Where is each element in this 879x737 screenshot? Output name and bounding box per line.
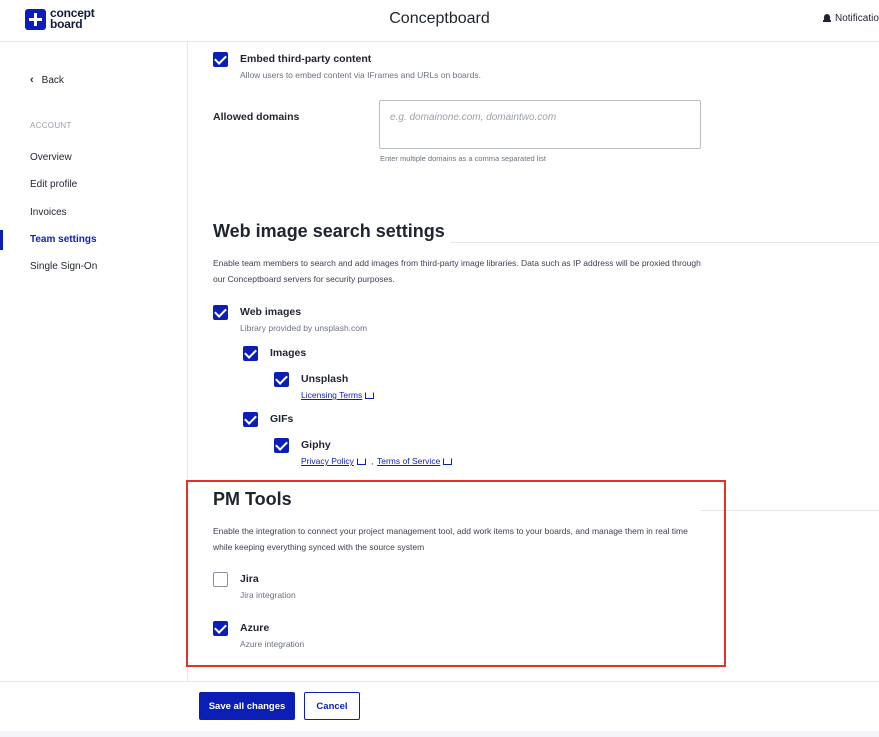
images-label: Images (270, 347, 307, 359)
external-link-icon (356, 458, 366, 465)
bell-icon (823, 14, 831, 23)
sidebar-item-edit-profile[interactable]: Edit profile (30, 179, 77, 190)
save-all-changes-button[interactable]: Save all changes (199, 692, 295, 720)
embed-third-party-label: Embed third-party content (240, 53, 372, 65)
embed-third-party-sub: Allow users to embed content via IFrames… (240, 70, 481, 80)
sidebar-item-team-settings[interactable]: Team settings (30, 234, 97, 245)
licensing-terms-link[interactable]: Licensing Terms (301, 390, 375, 400)
web-image-search-description: Enable team members to search and add im… (213, 258, 701, 284)
allowed-domains-placeholder: e.g. domainone.com, domaintwo.com (390, 112, 557, 123)
external-link-icon (365, 392, 375, 399)
web-images-label: Web images (240, 306, 302, 318)
sidebar-item-single-sign-on[interactable]: Single Sign-On (30, 261, 97, 272)
unsplash-label: Unsplash (301, 373, 349, 385)
embed-third-party-checkbox[interactable] (213, 52, 228, 67)
allowed-domains-input[interactable]: e.g. domainone.com, domaintwo.com (379, 100, 701, 149)
gifs-checkbox[interactable] (243, 412, 258, 427)
app-title: Conceptboard (389, 10, 490, 27)
sidebar (0, 42, 188, 681)
footer-bar (0, 681, 879, 737)
web-images-checkbox[interactable] (213, 305, 228, 320)
allowed-domains-label: Allowed domains (213, 111, 300, 123)
giphy-checkbox[interactable] (274, 438, 289, 453)
giphy-label: Giphy (301, 439, 331, 451)
bottom-strip (0, 731, 879, 737)
chevron-left-icon: ‹ (30, 74, 34, 86)
gifs-label: GIFs (270, 413, 294, 425)
back-label: Back (41, 74, 64, 86)
notifications-label: Notifications (835, 13, 879, 24)
external-link-icon (443, 458, 453, 465)
privacy-policy-link[interactable]: Privacy Policy (301, 456, 366, 466)
top-bar: concept board Conceptboard Notifications (0, 0, 879, 42)
unsplash-checkbox[interactable] (274, 372, 289, 387)
sidebar-active-marker (0, 230, 3, 250)
notifications-button[interactable]: Notifications (823, 13, 879, 24)
terms-of-service-link[interactable]: Terms of Service (377, 456, 453, 466)
allowed-domains-help: Enter multiple domains as a comma separa… (380, 154, 546, 163)
link-separator: , (371, 456, 374, 466)
sidebar-section-account: ACCOUNT (30, 121, 72, 130)
sidebar-item-invoices[interactable]: Invoices (30, 207, 67, 218)
highlight-box (186, 480, 726, 667)
sidebar-item-overview[interactable]: Overview (30, 152, 72, 163)
section-divider (700, 510, 879, 511)
images-checkbox[interactable] (243, 346, 258, 361)
cancel-button[interactable]: Cancel (304, 692, 360, 720)
section-divider (450, 242, 879, 243)
web-image-search-heading: Web image search settings (213, 221, 445, 241)
web-images-sub: Library provided by unsplash.com (240, 323, 368, 333)
back-link[interactable]: ‹ Back (30, 74, 64, 86)
